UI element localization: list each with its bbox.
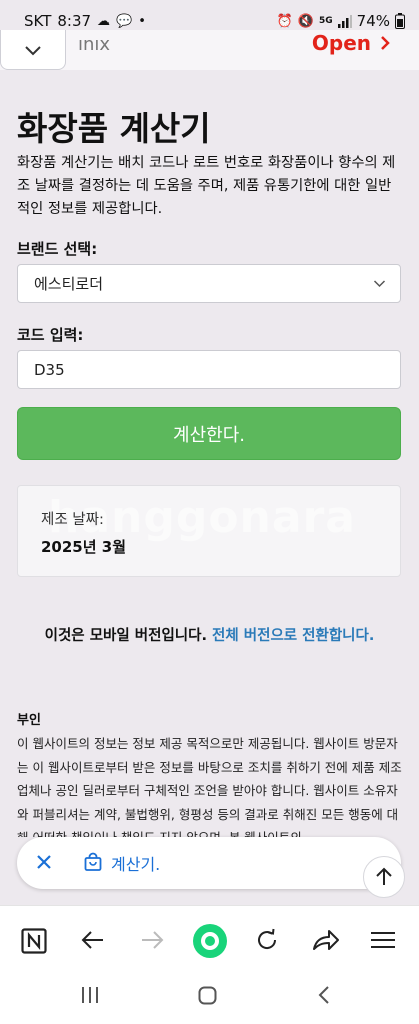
battery-percent: 74%	[356, 12, 390, 30]
brand-select-value: 에스티로더	[34, 275, 104, 293]
naver-home-icon[interactable]	[21, 928, 47, 954]
chevron-down-icon	[373, 280, 386, 288]
scroll-to-top-button[interactable]	[363, 856, 405, 898]
calculator-tab-label[interactable]: 계산기.	[111, 851, 160, 875]
carrier-label: SKT	[24, 12, 52, 30]
menu-icon[interactable]	[370, 931, 396, 949]
code-label: 코드 입력:	[17, 326, 84, 344]
arrow-up-icon	[376, 867, 392, 885]
shopping-bag-icon	[84, 852, 102, 871]
calculate-button-label: 계산한다.	[173, 424, 245, 446]
cloud-icon: ☁	[97, 13, 111, 29]
share-icon[interactable]	[312, 929, 340, 951]
full-version-link[interactable]: 전체 버전으로 전환합니다.	[212, 628, 374, 644]
intro-text: 화장품 계산기는 배치 코드나 로트 번호로 화장품이나 향수의 제조 날짜를 …	[17, 155, 396, 217]
page-title: 화장품 계산기	[17, 109, 211, 148]
network-type: 5G	[319, 16, 333, 26]
ad-open-label: Open	[311, 31, 371, 55]
close-icon[interactable]	[35, 853, 53, 871]
back-icon[interactable]	[317, 985, 331, 1005]
result-box: hanggonara 제조 날짜: 2025년 3월	[17, 485, 401, 577]
ad-brand-text: ınıx	[78, 34, 111, 55]
status-left: SKT 8:37 ☁ 💬 •	[24, 12, 146, 30]
result-label: 제조 날짜:	[41, 512, 104, 528]
chevron-right-icon	[381, 36, 390, 50]
alarm-icon: ⏰	[276, 13, 293, 29]
calculate-button[interactable]: 계산한다.	[17, 407, 401, 460]
mobile-version-notice: 이것은 모바일 버전입니다. 전체 버전으로 전환합니다.	[0, 624, 419, 645]
disclaimer-title: 부인	[17, 713, 41, 728]
dot-icon: •	[138, 13, 146, 29]
chevron-down-icon	[25, 45, 41, 55]
brand-select[interactable]: 에스티로더	[17, 264, 401, 303]
recent-apps-icon[interactable]	[80, 986, 100, 1004]
back-arrow-icon[interactable]	[81, 930, 105, 950]
system-nav-bar	[0, 975, 419, 1024]
mobile-version-text: 이것은 모바일 버전입니다.	[44, 628, 207, 644]
browser-toolbar	[0, 905, 419, 976]
floating-tab-bar: 계산기.	[17, 837, 401, 889]
disclaimer-text: 이 웹사이트의 정보는 정보 제공 목적으로만 제공됩니다. 웹사이트 방문자는…	[17, 736, 402, 837]
mute-icon: 🔇	[297, 13, 314, 29]
chat-icon: 💬	[116, 13, 133, 29]
green-dot-icon[interactable]	[192, 923, 228, 959]
code-input-value: D35	[34, 360, 65, 379]
clock: 8:37	[57, 12, 92, 30]
brand-label: 브랜드 선택:	[17, 240, 98, 258]
status-right: ⏰ 🔇 5G 74%	[277, 12, 405, 30]
collapse-ad-button[interactable]	[0, 30, 66, 70]
home-icon[interactable]	[198, 986, 217, 1005]
battery-icon	[395, 13, 405, 29]
ad-open-button[interactable]: Open	[312, 31, 391, 55]
signal-icon	[337, 14, 352, 28]
result-value: 2025년 3월	[41, 538, 127, 556]
refresh-icon[interactable]	[255, 928, 279, 952]
code-input[interactable]: D35	[17, 350, 401, 389]
forward-arrow-icon[interactable]	[140, 930, 164, 950]
